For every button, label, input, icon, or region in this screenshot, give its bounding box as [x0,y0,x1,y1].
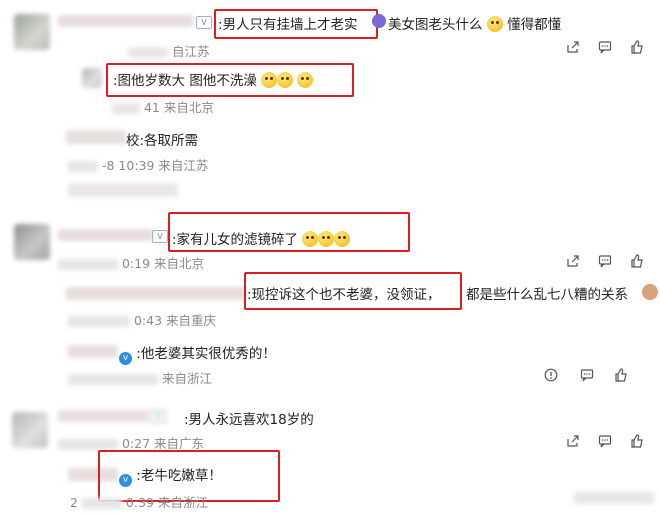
comment-text: :家有儿女的滤镜碎了 [172,228,351,248]
comment-meta: 来自浙江 [68,368,212,387]
time-mask [128,47,168,58]
vip-icon: V [152,230,168,243]
comment-icon[interactable] [598,40,612,54]
smile-emoji-icon [261,72,278,88]
smile-emoji-icon [318,231,335,247]
share-icon[interactable] [566,434,580,448]
comment-body: :图他岁数大 图他不洗澡 [113,73,257,89]
vip-icon: V [150,410,166,423]
smile-emoji-icon [302,231,319,247]
comment-body: :他老婆其实很优秀的！ [136,346,276,362]
comment-icon[interactable] [580,368,594,382]
comment-body: :家有儿女的滤镜碎了 [172,232,299,248]
comment-meta: 0:19 来自北京 [58,253,204,272]
like-icon[interactable] [630,434,644,448]
username[interactable] [68,345,118,358]
share-icon[interactable] [566,40,580,54]
username[interactable] [66,287,246,300]
reply-text: :图他岁数大 图他不洗澡 [113,69,314,89]
location-text: 自江苏 [171,44,210,59]
smile-emoji-icon [297,72,314,88]
time-mask [68,374,158,385]
like-icon[interactable] [630,40,644,54]
comment-meta: 2 0:39 来自浙江 [70,492,208,511]
time-mask [81,498,122,509]
face-emoji-icon [642,284,658,300]
reply-text: v :老牛吃嫩草！ [119,464,222,487]
comment-body: :男人永远喜欢18岁的 [184,412,314,428]
reply-text: v :他老婆其实很优秀的！ [119,342,276,365]
time-mask [68,316,130,327]
verified-icon: v [119,352,132,365]
comment-body: :老牛吃嫩草！ [136,468,222,484]
smile-emoji-icon [334,231,351,247]
more-replies-link[interactable] [68,183,178,197]
comment-body: :现控诉这个也不老婆，没领证， [247,287,441,303]
comment-icon[interactable] [598,434,612,448]
time-mask [68,161,98,172]
report-icon[interactable] [544,368,558,382]
comment-body: :男人只有挂墙上才老实 [218,17,358,33]
vip-icon: V [196,16,212,29]
username[interactable] [66,130,126,144]
avatar[interactable] [12,412,48,448]
avatar[interactable] [14,14,50,50]
comment-meta: 41 来自北京 [112,97,214,116]
location-text: 0:19 来自北京 [121,256,205,271]
time-prefix: 2 [70,495,78,510]
like-icon[interactable] [630,254,644,268]
time-mask [58,259,118,270]
comment-body: 校:各取所需 [126,133,199,149]
avatar-emoji-icon [372,14,386,28]
smile-emoji-icon [277,72,294,88]
location-text: 0:27 来自广东 [121,436,205,451]
comment-meta: -8 10:39 来自江苏 [68,155,208,174]
time-mask [112,103,140,114]
time-mask [58,439,118,450]
reply-text: 校:各取所需 [126,129,198,149]
location-text: 来自浙江 [161,371,212,386]
reply-text: :现控诉这个也不老婆，没领证， [247,283,441,303]
like-icon[interactable] [614,368,628,382]
reply-text-tail: 都是些什么乱七八糟的关系 [466,283,628,303]
comment-text: :男人只有挂墙上才老实 [218,13,358,33]
username[interactable] [58,410,148,422]
share-icon[interactable] [566,254,580,268]
comment-meta: 0:43 来自重庆 [68,310,216,329]
comment-body-2: 美女图老头什么 [388,17,483,33]
username[interactable] [58,15,193,27]
comment-meta: 自江苏 [128,41,210,60]
location-text: 0:43 来自重庆 [133,313,217,328]
comment-icon[interactable] [598,254,612,268]
verified-icon: v [119,474,132,487]
location-text: 0:39 来自浙江 [125,495,208,510]
smile-emoji-icon [486,16,503,32]
comment-text: :男人永远喜欢18岁的 [184,408,314,428]
comment-body-2: 都是些什么乱七八糟的关系 [466,287,628,303]
action-mask [574,492,654,504]
avatar[interactable] [82,68,102,88]
comment-body-3: 懂得都懂 [507,17,562,33]
username[interactable] [58,229,153,241]
comment-text-tail: 美女图老头什么 懂得都懂 [388,13,561,33]
location-text: -8 10:39 来自江苏 [101,158,209,173]
avatar[interactable] [14,224,50,260]
location-text: 41 来自北京 [143,100,214,115]
